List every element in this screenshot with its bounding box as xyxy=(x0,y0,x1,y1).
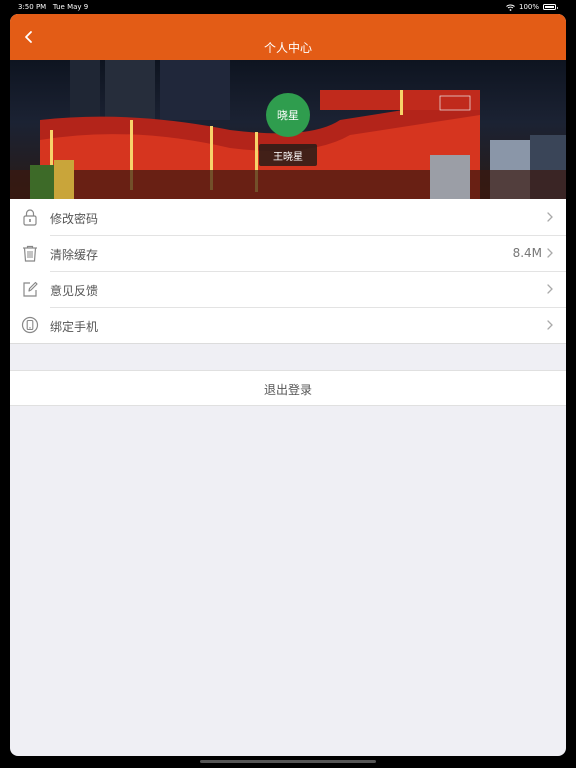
menu-item-clear-cache[interactable]: 清除缓存 8.4M xyxy=(10,235,566,271)
lock-icon xyxy=(23,209,37,226)
chevron-right-icon xyxy=(547,248,553,258)
status-time: 3:50 PM Tue May 9 xyxy=(18,3,88,11)
status-date-text: Tue May 9 xyxy=(52,3,89,11)
settings-menu: 修改密码 清除缓存 8.4M 意见反馈 绑定手机 xyxy=(10,199,566,344)
edit-icon xyxy=(23,281,38,297)
profile-sheet: 个人中心 晓星 王晓星 修改密码 清除缓存 8.4M 意见反馈 绑定手机 退出登… xyxy=(10,14,566,756)
wifi-icon xyxy=(506,4,515,11)
avatar[interactable]: 晓星 xyxy=(266,93,310,137)
avatar-text: 晓星 xyxy=(277,109,299,122)
chevron-right-icon xyxy=(547,212,553,222)
menu-item-feedback[interactable]: 意见反馈 xyxy=(10,271,566,307)
home-indicator[interactable] xyxy=(200,760,376,763)
profile-banner: 晓星 王晓星 xyxy=(10,60,566,199)
chevron-right-icon xyxy=(547,284,553,294)
chevron-right-icon xyxy=(547,320,553,330)
menu-item-bind-phone[interactable]: 绑定手机 xyxy=(10,307,566,343)
status-time-text: 3:50 PM xyxy=(18,3,47,11)
logout-button[interactable]: 退出登录 xyxy=(10,370,566,406)
battery-percent: 100% xyxy=(518,3,539,11)
status-right: 100% xyxy=(506,3,558,11)
cache-size-value: 8.4M xyxy=(512,246,542,260)
menu-item-label: 清除缓存 xyxy=(50,248,99,262)
menu-item-label: 绑定手机 xyxy=(50,320,99,334)
battery-icon xyxy=(543,4,558,10)
phone-icon xyxy=(21,316,39,334)
status-bar: 3:50 PM Tue May 9 100% xyxy=(0,0,576,14)
menu-item-label: 修改密码 xyxy=(50,212,99,226)
menu-item-change-password[interactable]: 修改密码 xyxy=(10,199,566,235)
menu-item-label: 意见反馈 xyxy=(50,284,99,298)
navigation-bar: 个人中心 xyxy=(10,14,566,60)
logout-label: 退出登录 xyxy=(263,383,312,397)
user-name: 王晓星 xyxy=(259,144,317,166)
trash-icon xyxy=(23,245,37,262)
page-title: 个人中心 xyxy=(263,41,312,55)
